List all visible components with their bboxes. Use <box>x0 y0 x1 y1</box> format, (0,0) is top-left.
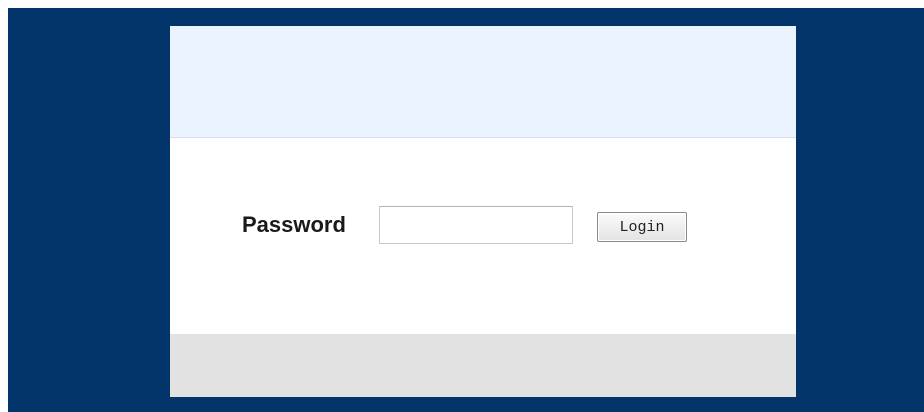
panel-footer <box>170 334 796 397</box>
login-form: Password Login <box>170 138 796 334</box>
login-panel: Password Login <box>170 26 796 397</box>
panel-header <box>170 26 796 138</box>
login-button[interactable]: Login <box>597 212 687 242</box>
password-label: Password <box>242 212 346 237</box>
password-input[interactable] <box>379 206 573 244</box>
